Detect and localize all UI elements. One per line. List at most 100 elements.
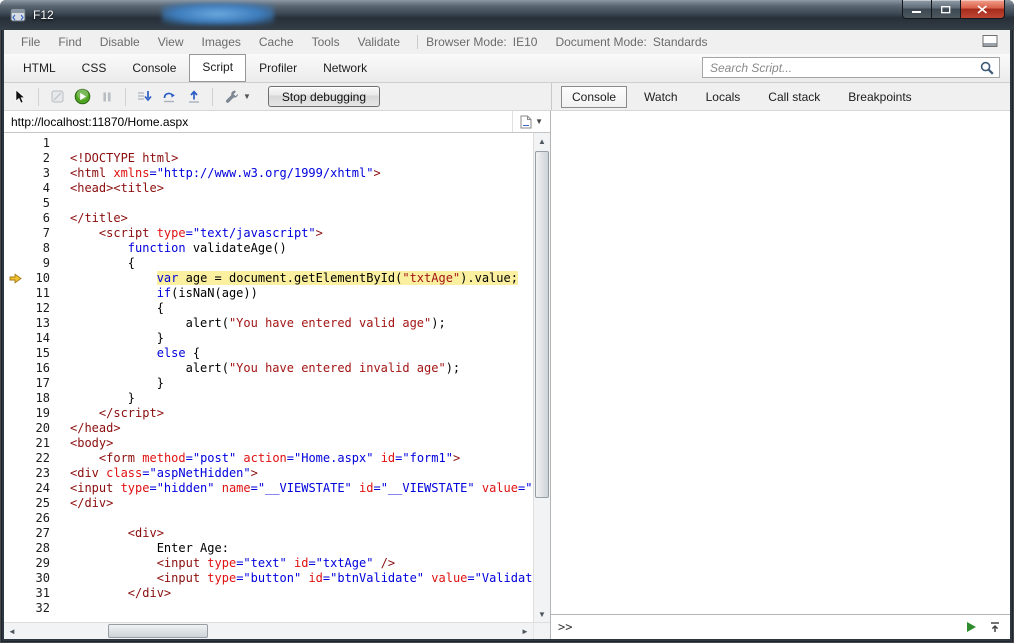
scroll-up-arrow-icon[interactable]: ▲ (534, 133, 550, 149)
titlebar[interactable]: F12 (0, 0, 1014, 30)
breakpoint-margin[interactable] (4, 151, 26, 166)
menu-find[interactable]: Find (49, 35, 90, 49)
breakpoint-margin[interactable] (4, 301, 26, 316)
breakpoint-margin[interactable] (4, 241, 26, 256)
console-output[interactable] (551, 111, 1010, 614)
tab-script[interactable]: Script (189, 54, 246, 82)
console-input-row: >> (551, 614, 1010, 639)
breakpoint-margin[interactable] (4, 586, 26, 601)
breakpoint-margin[interactable] (4, 331, 26, 346)
scroll-down-arrow-icon[interactable]: ▼ (534, 606, 550, 622)
stop-debugging-button[interactable]: Stop debugging (268, 86, 380, 107)
code-lines[interactable]: 12<!DOCTYPE html>3<html xmlns="http://ww… (4, 133, 533, 622)
code-line: 10 var age = document.getElementById("tx… (4, 271, 533, 286)
tab-profiler[interactable]: Profiler (246, 55, 310, 82)
code-line: 7 <script type="text/javascript"> (4, 226, 533, 241)
toolbar-separator (38, 88, 39, 106)
file-selector-button[interactable]: ▼ (512, 111, 550, 132)
debug-tab-watch[interactable]: Watch (633, 86, 689, 108)
break-on-error-button[interactable] (48, 88, 66, 106)
menu-view[interactable]: View (149, 35, 193, 49)
titlebar-artifact (162, 3, 274, 25)
horizontal-scroll-thumb[interactable] (108, 624, 208, 638)
code-line: 3<html xmlns="http://www.w3.org/1999/xht… (4, 166, 533, 181)
maximize-console-button[interactable] (987, 619, 1003, 635)
breakpoint-margin[interactable] (4, 511, 26, 526)
unpin-icon (982, 35, 998, 47)
breakpoint-margin[interactable] (4, 571, 26, 586)
browser-mode-label[interactable]: Browser Mode: (426, 35, 507, 49)
breakpoint-margin[interactable] (4, 316, 26, 331)
editor-horizontal-scrollbar[interactable]: ◄ ► (4, 623, 533, 639)
breakpoint-margin[interactable] (4, 556, 26, 571)
breakpoint-margin[interactable] (4, 226, 26, 241)
menu-cache[interactable]: Cache (250, 35, 303, 49)
debug-tab-console[interactable]: Console (561, 86, 627, 108)
search-input[interactable] (708, 60, 980, 76)
continue-button[interactable] (73, 88, 91, 106)
search-icon[interactable] (980, 61, 994, 75)
close-button[interactable] (960, 0, 1005, 19)
step-over-button[interactable] (160, 88, 178, 106)
breakpoint-margin[interactable] (4, 541, 26, 556)
breakpoint-margin[interactable] (4, 181, 26, 196)
breakpoint-margin[interactable] (4, 211, 26, 226)
breakpoint-margin[interactable] (4, 166, 26, 181)
document-mode-value[interactable]: Standards (653, 35, 708, 49)
code-text: else { (62, 346, 200, 361)
code-line: 31 </div> (4, 586, 533, 601)
debug-tab-breakpoints[interactable]: Breakpoints (837, 86, 922, 108)
breakpoint-margin[interactable] (4, 421, 26, 436)
code-line: 13 alert("You have entered valid age"); (4, 316, 533, 331)
menu-disable[interactable]: Disable (91, 35, 149, 49)
breakpoint-margin[interactable] (4, 286, 26, 301)
menu-validate[interactable]: Validate (349, 35, 409, 49)
break-all-button[interactable] (98, 88, 116, 106)
step-out-button[interactable] (185, 88, 203, 106)
debug-tab-locals[interactable]: Locals (695, 86, 752, 108)
code-line: 12 { (4, 301, 533, 316)
breakpoint-margin[interactable] (4, 256, 26, 271)
code-line: 32 (4, 601, 533, 616)
breakpoint-margin[interactable] (4, 196, 26, 211)
pointer-button[interactable] (11, 88, 29, 106)
breakpoint-margin[interactable] (4, 601, 26, 616)
vertical-scroll-thumb[interactable] (535, 151, 549, 498)
browser-mode-value[interactable]: IE10 (513, 35, 538, 49)
menu-tools[interactable]: Tools (303, 35, 349, 49)
breakpoint-margin[interactable] (4, 361, 26, 376)
debugger-config-button[interactable] (222, 88, 240, 106)
current-statement-arrow-icon[interactable] (4, 271, 26, 286)
run-script-button[interactable] (963, 619, 979, 635)
config-dropdown-caret-icon[interactable]: ▼ (243, 92, 251, 101)
breakpoint-margin[interactable] (4, 436, 26, 451)
maximize-button[interactable] (932, 0, 960, 19)
breakpoint-margin[interactable] (4, 466, 26, 481)
breakpoint-margin[interactable] (4, 481, 26, 496)
breakpoint-margin[interactable] (4, 526, 26, 541)
scroll-right-arrow-icon[interactable]: ► (517, 623, 533, 639)
breakpoint-margin[interactable] (4, 406, 26, 421)
menu-file[interactable]: File (12, 35, 49, 49)
debug-tab-call-stack[interactable]: Call stack (757, 86, 831, 108)
menubar: File Find Disable View Images Cache Tool… (4, 30, 1010, 54)
breakpoint-margin[interactable] (4, 391, 26, 406)
document-mode-label[interactable]: Document Mode: (555, 35, 646, 49)
breakpoint-margin[interactable] (4, 346, 26, 361)
minimize-button[interactable] (902, 0, 932, 19)
line-number: 4 (26, 181, 62, 196)
unpin-button[interactable] (978, 33, 1002, 52)
scroll-left-arrow-icon[interactable]: ◄ (4, 623, 20, 639)
tab-network[interactable]: Network (310, 55, 380, 82)
breakpoint-margin[interactable] (4, 451, 26, 466)
editor-vertical-scrollbar[interactable]: ▲ ▼ (533, 133, 550, 622)
code-line: 29 <input type="text" id="txtAge" /> (4, 556, 533, 571)
step-into-button[interactable] (135, 88, 153, 106)
breakpoint-margin[interactable] (4, 376, 26, 391)
tab-console[interactable]: Console (119, 55, 189, 82)
menu-images[interactable]: Images (193, 35, 250, 49)
tab-html[interactable]: HTML (10, 55, 69, 82)
breakpoint-margin[interactable] (4, 136, 26, 151)
breakpoint-margin[interactable] (4, 496, 26, 511)
tab-css[interactable]: CSS (69, 55, 120, 82)
